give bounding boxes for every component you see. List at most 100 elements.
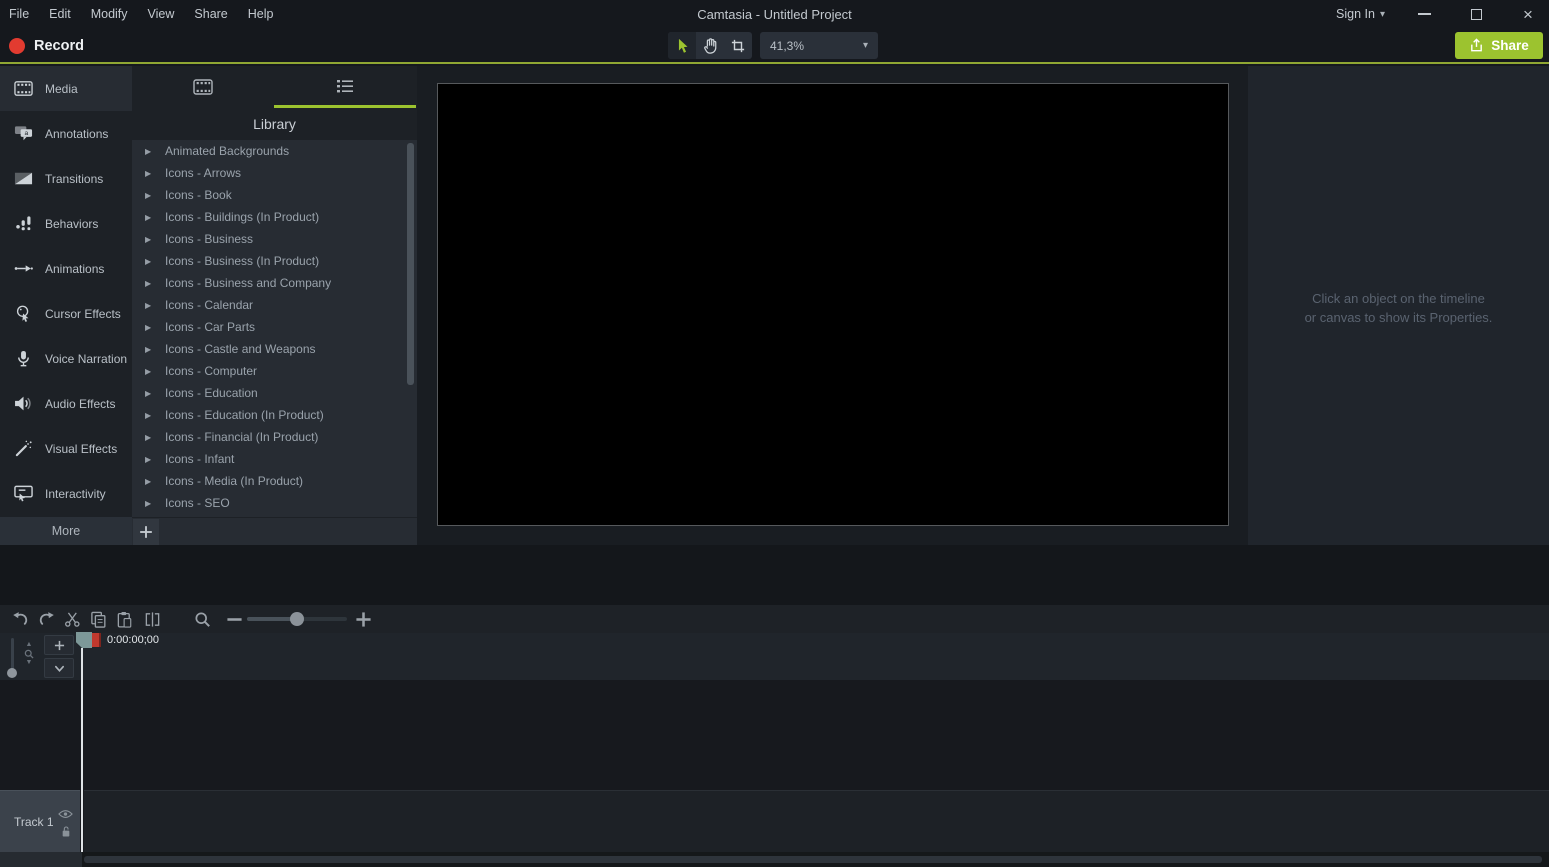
disclosure-arrow-icon[interactable]: ▶ — [145, 433, 153, 442]
library-folder-icons-car-parts[interactable]: ▶Icons - Car Parts — [132, 316, 417, 338]
paste-button[interactable] — [112, 607, 136, 631]
track-zoom-control[interactable]: ▲ ▼ — [22, 641, 36, 677]
close-button[interactable]: × — [1515, 3, 1541, 25]
redo-button[interactable] — [34, 607, 58, 631]
microphone-icon — [12, 350, 34, 367]
library-folder-icons-education[interactable]: ▶Icons - Education — [132, 382, 417, 404]
disclosure-arrow-icon[interactable]: ▶ — [145, 169, 153, 178]
disclosure-arrow-icon[interactable]: ▶ — [145, 147, 153, 156]
disclosure-arrow-icon[interactable]: ▶ — [145, 279, 153, 288]
sidebar-item-interactivity[interactable]: Interactivity — [0, 471, 132, 516]
library-folder-icons-education-in-product[interactable]: ▶Icons - Education (In Product) — [132, 404, 417, 426]
library-folder-icons-business-in-product[interactable]: ▶ Icons - Business (In Product) — [132, 250, 417, 272]
library-folder-icons-business[interactable]: ▶Icons - Business — [132, 228, 417, 250]
sidebar-item-cursor-effects[interactable]: Cursor Effects — [0, 291, 132, 336]
maximize-button[interactable] — [1463, 3, 1489, 25]
minimize-button[interactable] — [1411, 3, 1437, 25]
timeline-hscrollbar-area — [0, 852, 1549, 867]
timeline-zoom-slider-handle[interactable] — [290, 612, 304, 626]
crop-tool-button[interactable] — [724, 32, 752, 59]
lock-icon[interactable] — [61, 825, 71, 843]
library-folder-icons-calendar[interactable]: ▶Icons - Calendar — [132, 294, 417, 316]
timeline-zoom-in-button[interactable] — [351, 607, 375, 631]
library-folder-label: Icons - Business (In Product) — [165, 254, 319, 268]
video-canvas[interactable] — [437, 83, 1229, 526]
disclosure-arrow-icon[interactable]: ▶ — [145, 235, 153, 244]
timeline-ruler-area: 0:00:00;000:00:10;000:00:20;000:00:30;00… — [0, 633, 1549, 680]
track-height-slider-handle[interactable] — [7, 668, 17, 678]
timeline-zoom-button[interactable] — [190, 607, 214, 631]
sidebar-item-animations[interactable]: Animations — [0, 246, 132, 291]
menu-share[interactable]: Share — [184, 7, 237, 21]
sidebar-item-annotations[interactable]: aAnnotations — [0, 111, 132, 156]
disclosure-arrow-icon[interactable]: ▶ — [145, 455, 153, 464]
menu-edit[interactable]: Edit — [39, 7, 81, 21]
plus-icon — [139, 525, 153, 539]
sidebar-item-label: Media — [45, 82, 78, 96]
library-folder-icons-media-in-product[interactable]: ▶Icons - Media (In Product) — [132, 470, 417, 492]
library-folder-animated-backgrounds[interactable]: ▶Animated Backgrounds — [132, 140, 417, 162]
undo-button[interactable] — [8, 607, 32, 631]
sign-in-button[interactable]: Sign In ▾ — [1336, 7, 1385, 21]
cut-button[interactable] — [60, 607, 84, 631]
disclosure-arrow-icon[interactable]: ▶ — [145, 499, 153, 508]
split-icon — [144, 611, 161, 628]
copy-button[interactable] — [86, 607, 110, 631]
sidebar-more-button[interactable]: More — [0, 517, 132, 545]
disclosure-arrow-icon[interactable]: ▶ — [145, 213, 153, 222]
disclosure-arrow-icon[interactable]: ▶ — [145, 301, 153, 310]
disclosure-arrow-icon[interactable]: ▶ — [145, 367, 153, 376]
disclosure-arrow-icon[interactable]: ▶ — [145, 411, 153, 420]
tab-media-bin[interactable] — [132, 66, 274, 108]
menubar-right: Sign In ▾ × — [1336, 0, 1541, 28]
menu-view[interactable]: View — [138, 7, 185, 21]
sidebar-item-visual-effects[interactable]: Visual Effects — [0, 426, 132, 471]
library-folder-icons-castle-and-weapons[interactable]: ▶Icons - Castle and Weapons — [132, 338, 417, 360]
library-add-button[interactable] — [133, 519, 159, 545]
properties-panel: Click an object on the timeline or canva… — [1248, 66, 1549, 545]
timeline-hscrollbar[interactable] — [84, 856, 1542, 863]
disclosure-arrow-icon[interactable]: ▶ — [145, 477, 153, 486]
sidebar-item-audio-effects[interactable]: Audio Effects — [0, 381, 132, 426]
sidebar-item-voice-narration[interactable]: Voice Narration — [0, 336, 132, 381]
collapse-tracks-button[interactable] — [44, 658, 74, 678]
track-header-track-1[interactable]: Track 1 — [0, 790, 80, 852]
menu-file[interactable]: File — [0, 7, 39, 21]
maximize-icon — [1471, 9, 1482, 20]
share-button[interactable]: Share — [1455, 32, 1543, 59]
sidebar-item-media[interactable]: Media — [0, 66, 132, 111]
select-tool-button[interactable] — [668, 32, 696, 59]
eye-icon[interactable] — [58, 806, 73, 824]
record-button[interactable]: Record — [9, 31, 84, 61]
timeline-zoom-out-button[interactable] — [222, 607, 246, 631]
timeline-zoom-slider-fill — [247, 617, 295, 621]
disclosure-arrow-icon[interactable]: ▶ — [145, 191, 153, 200]
library-folder-icons-business-and-company[interactable]: ▶Icons - Business and Company — [132, 272, 417, 294]
playhead-line[interactable] — [81, 648, 83, 852]
sidebar-item-label: Audio Effects — [45, 397, 116, 411]
pan-tool-button[interactable] — [696, 32, 724, 59]
sidebar-item-transitions[interactable]: Transitions — [0, 156, 132, 201]
library-folder-icons-computer[interactable]: ▶Icons - Computer — [132, 360, 417, 382]
library-folder-icons-seo[interactable]: ▶Icons - SEO — [132, 492, 417, 514]
menu-modify[interactable]: Modify — [81, 7, 138, 21]
add-track-button[interactable] — [44, 635, 74, 655]
split-button[interactable] — [140, 607, 164, 631]
library-scrollbar[interactable] — [407, 143, 414, 385]
canvas-zoom-dropdown[interactable]: 41,3% ▾ — [760, 32, 878, 59]
behaviors-icon — [12, 215, 34, 232]
disclosure-arrow-icon[interactable]: ▶ — [145, 323, 153, 332]
library-folder-icons-financial-in-product[interactable]: ▶Icons - Financial (In Product) — [132, 426, 417, 448]
library-folder-icons-infant[interactable]: ▶Icons - Infant — [132, 448, 417, 470]
disclosure-arrow-icon[interactable]: ▶ — [145, 389, 153, 398]
disclosure-arrow-icon[interactable]: ▶ — [145, 257, 153, 266]
library-folder-icons-buildings-in-product[interactable]: ▶Icons - Buildings (In Product) — [132, 206, 417, 228]
tab-library[interactable] — [274, 66, 416, 108]
track-content[interactable] — [84, 790, 1549, 852]
disclosure-arrow-icon[interactable]: ▶ — [145, 345, 153, 354]
playhead-out-marker[interactable] — [92, 633, 101, 647]
sidebar-item-behaviors[interactable]: Behaviors — [0, 201, 132, 246]
menu-help[interactable]: Help — [238, 7, 284, 21]
library-folder-icons-book[interactable]: ▶Icons - Book — [132, 184, 417, 206]
library-folder-icons-arrows[interactable]: ▶Icons - Arrows — [132, 162, 417, 184]
